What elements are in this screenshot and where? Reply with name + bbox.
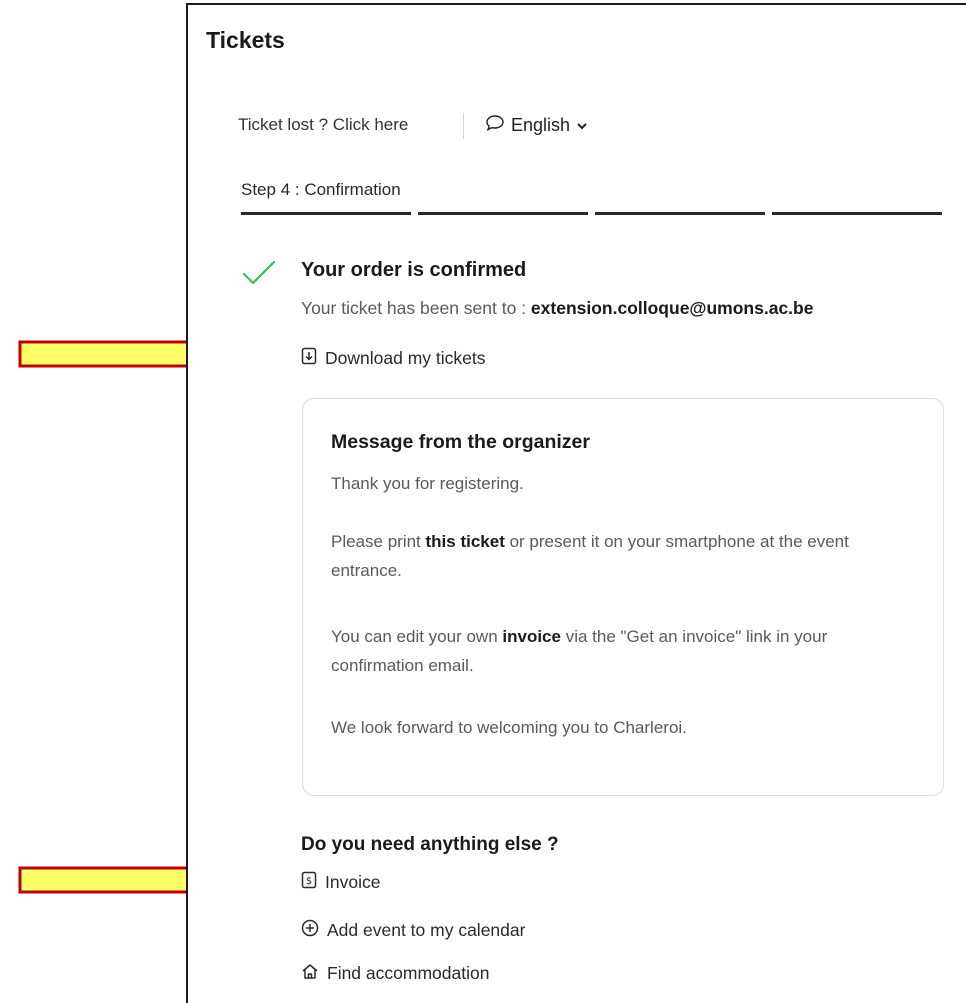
download-file-icon bbox=[301, 347, 317, 370]
find-accommodation-link[interactable]: Find accommodation bbox=[301, 962, 489, 985]
extras-heading: Do you need anything else ? bbox=[301, 834, 559, 855]
message-paragraph: We look forward to welcoming you to Char… bbox=[331, 718, 687, 737]
message-paragraph: Thank you for registering. bbox=[331, 474, 524, 493]
step-progress-bar bbox=[418, 212, 588, 215]
download-tickets-label: Download my tickets bbox=[325, 348, 486, 368]
language-selector[interactable]: English bbox=[485, 114, 588, 137]
add-to-calendar-label: Add event to my calendar bbox=[327, 920, 526, 940]
find-accommodation-label: Find accommodation bbox=[327, 963, 490, 983]
tickets-panel: Tickets Ticket lost ? Click here English… bbox=[186, 3, 966, 1003]
organizer-message-card: Message from the organizer Thank you for… bbox=[302, 398, 944, 796]
message-paragraph: Please print this ticket or present it o… bbox=[331, 532, 849, 580]
toolbar-divider bbox=[463, 113, 464, 139]
svg-text:$: $ bbox=[306, 876, 312, 887]
step-label: Step 4 : Confirmation bbox=[241, 180, 401, 199]
step-progress-bar bbox=[595, 212, 765, 215]
ticket-sent-prefix: Your ticket has been sent to : bbox=[301, 298, 531, 318]
recipient-email: extension.colloque@umons.ac.be bbox=[530, 298, 814, 318]
organizer-message-title: Message from the organizer bbox=[331, 431, 590, 453]
language-label: English bbox=[511, 115, 571, 135]
invoice-label: Invoice bbox=[325, 872, 381, 892]
chevron-down-icon bbox=[576, 115, 588, 136]
speech-bubble-icon bbox=[485, 114, 505, 137]
checkmark-icon bbox=[242, 259, 276, 292]
add-to-calendar-link[interactable]: Add event to my calendar bbox=[301, 919, 525, 942]
home-icon bbox=[301, 962, 319, 985]
page-title: Tickets bbox=[206, 27, 285, 53]
ticket-sent-text: Your ticket has been sent to : extension… bbox=[301, 298, 813, 319]
download-tickets-link[interactable]: Download my tickets bbox=[301, 347, 485, 370]
invoice-icon: $ bbox=[301, 871, 317, 894]
invoice-link[interactable]: $ Invoice bbox=[301, 871, 380, 894]
plus-circle-icon bbox=[301, 919, 319, 942]
step-progress-bar bbox=[241, 212, 411, 215]
order-confirmed-heading: Your order is confirmed bbox=[301, 259, 527, 281]
ticket-lost-link[interactable]: Ticket lost ? Click here bbox=[238, 115, 408, 135]
step-progress bbox=[241, 212, 942, 215]
message-paragraph: You can edit your own invoice via the "G… bbox=[331, 627, 828, 675]
step-progress-bar bbox=[772, 212, 942, 215]
